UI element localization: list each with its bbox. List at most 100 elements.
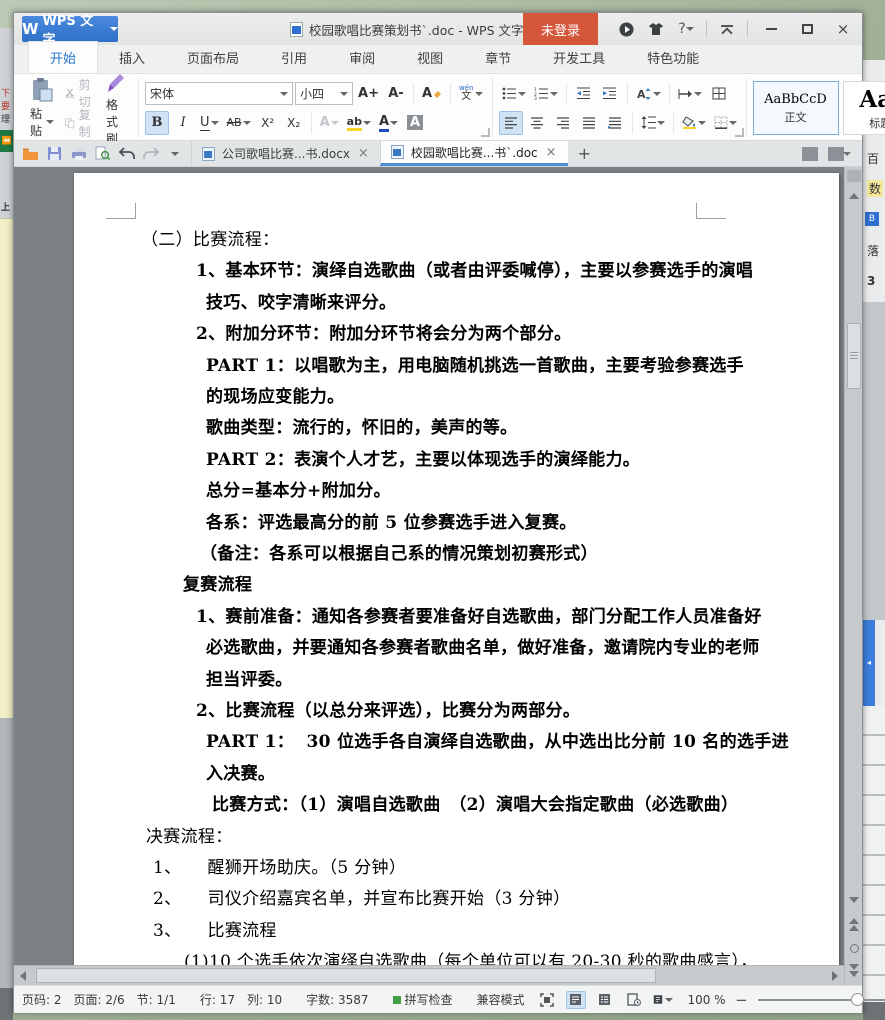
- bold-button[interactable]: B: [145, 110, 170, 135]
- markup-toggle-icon[interactable]: [847, 170, 861, 182]
- distribute-button[interactable]: [603, 111, 627, 135]
- format-painter-button[interactable]: 格式刷: [102, 70, 132, 147]
- menu-tab-9[interactable]: 特色功能: [626, 42, 720, 73]
- numbered-list-button[interactable]: 123: [531, 82, 561, 106]
- page-layout-view-icon[interactable]: [565, 990, 586, 1009]
- document-area[interactable]: （二）比赛流程： 1、基本环节：演绎自选歌曲（或者由评委喊停），主要以参赛选手的演…: [14, 167, 862, 965]
- quick-access-menu-icon[interactable]: [166, 145, 183, 162]
- open-file-icon[interactable]: [22, 145, 39, 162]
- horizontal-scroll-thumb[interactable]: [36, 968, 656, 983]
- justify-button[interactable]: [577, 111, 601, 135]
- close-tab-icon[interactable]: ×: [545, 145, 558, 160]
- tab-list-icon[interactable]: [802, 146, 818, 161]
- close-tab-icon[interactable]: ×: [357, 146, 370, 161]
- scroll-up-button[interactable]: [845, 187, 863, 205]
- undo-icon[interactable]: [118, 145, 135, 162]
- doc-tab-campus[interactable]: 校园歌唱比赛...书`.doc ×: [379, 141, 568, 166]
- font-color-button[interactable]: A: [376, 111, 401, 135]
- status-column[interactable]: 列: 10: [247, 991, 282, 1008]
- minimize-button[interactable]: [758, 19, 784, 39]
- text-direction-button[interactable]: A: [633, 82, 664, 106]
- next-page-button[interactable]: [845, 961, 863, 979]
- grow-font-button[interactable]: A+: [355, 82, 382, 106]
- zoom-slider-thumb[interactable]: [851, 992, 865, 1006]
- redo-icon[interactable]: [142, 145, 159, 162]
- print-preview-icon[interactable]: [94, 145, 111, 162]
- scroll-right-button[interactable]: [826, 966, 844, 986]
- cut-button[interactable]: 剪切: [62, 78, 98, 109]
- close-button[interactable]: ×: [830, 19, 856, 39]
- insert-table-button[interactable]: [707, 82, 731, 106]
- read-mode-view-icon[interactable]: [653, 991, 673, 1009]
- status-page-count[interactable]: 页面: 2/6: [74, 991, 125, 1008]
- zoom-out-button[interactable]: −: [735, 991, 749, 1009]
- underline-button[interactable]: U: [197, 111, 222, 135]
- paragraph-dialog-launcher[interactable]: [734, 128, 744, 137]
- previous-page-button[interactable]: [845, 915, 863, 933]
- zoom-slider[interactable]: [757, 992, 885, 1006]
- zoom-percentage[interactable]: 100 %: [682, 993, 725, 1007]
- font-family-select[interactable]: 宋体: [145, 82, 294, 105]
- menu-tab-1[interactable]: 开始: [28, 41, 99, 73]
- status-page-number[interactable]: 页码: 2: [22, 991, 62, 1008]
- italic-button[interactable]: I: [171, 111, 195, 135]
- new-tab-button[interactable]: +: [568, 141, 601, 166]
- outline-view-icon[interactable]: [595, 991, 615, 1009]
- text-effect-button[interactable]: A: [317, 111, 342, 135]
- copy-button[interactable]: 复制: [62, 108, 98, 139]
- print-icon[interactable]: [70, 145, 87, 162]
- vertical-scrollbar[interactable]: [844, 167, 862, 985]
- menu-tab-3[interactable]: 页面布局: [166, 42, 260, 73]
- scroll-down-button[interactable]: [845, 891, 863, 909]
- save-icon[interactable]: [46, 145, 63, 162]
- style-heading-1[interactable]: AaB 标题 1: [842, 81, 885, 135]
- strikethrough-button[interactable]: AB: [224, 111, 254, 135]
- wps-app-menu-button[interactable]: W WPS 文字: [22, 14, 118, 48]
- highlight-button[interactable]: ab: [344, 111, 374, 135]
- fullscreen-view-icon[interactable]: [537, 991, 557, 1009]
- line-spacing-button[interactable]: [638, 111, 668, 135]
- maximize-button[interactable]: [794, 19, 820, 39]
- menu-tab-6[interactable]: 视图: [396, 42, 464, 73]
- style-normal[interactable]: AaBbCcD 正文: [752, 81, 839, 135]
- shrink-font-button[interactable]: A-: [384, 82, 408, 106]
- feedback-icon[interactable]: [616, 19, 636, 39]
- align-right-button[interactable]: [551, 111, 575, 135]
- bullet-list-button[interactable]: [499, 82, 529, 106]
- tab-menu-icon[interactable]: [828, 146, 851, 161]
- spell-check-toggle[interactable]: 拼写检查: [392, 991, 453, 1008]
- font-dialog-launcher[interactable]: [480, 128, 490, 137]
- shading-button[interactable]: [679, 111, 709, 135]
- help-icon[interactable]: ?: [676, 19, 696, 39]
- menu-tab-2[interactable]: 插入: [98, 42, 166, 73]
- clear-format-button[interactable]: A: [419, 82, 445, 106]
- status-compatibility-mode[interactable]: 兼容模式: [477, 991, 525, 1008]
- char-shading-button[interactable]: A: [403, 111, 427, 135]
- collapse-ribbon-icon[interactable]: [717, 19, 737, 39]
- superscript-button[interactable]: X²: [256, 111, 280, 135]
- vertical-scroll-thumb[interactable]: [847, 323, 861, 389]
- web-layout-view-icon[interactable]: [624, 991, 644, 1009]
- skin-theme-icon[interactable]: [646, 19, 666, 39]
- increase-indent-button[interactable]: [598, 82, 622, 106]
- status-line[interactable]: 行: 17: [200, 991, 235, 1008]
- status-word-count[interactable]: 字数: 3587: [306, 991, 368, 1008]
- paste-button[interactable]: 粘贴: [26, 77, 58, 139]
- menu-tab-4[interactable]: 引用: [260, 42, 328, 73]
- font-size-select[interactable]: 小四: [295, 82, 354, 105]
- align-center-button[interactable]: [525, 111, 549, 135]
- menu-tab-7[interactable]: 章节: [464, 42, 532, 73]
- decrease-indent-button[interactable]: [572, 82, 596, 106]
- scroll-left-button[interactable]: [14, 966, 32, 986]
- align-left-button[interactable]: [498, 110, 523, 135]
- horizontal-scrollbar[interactable]: [14, 965, 844, 985]
- document-page[interactable]: （二）比赛流程： 1、基本环节：演绎自选歌曲（或者由评委喊停），主要以参赛选手的演…: [74, 173, 839, 965]
- select-browse-object-button[interactable]: [845, 939, 863, 957]
- menu-tab-5[interactable]: 审阅: [328, 42, 396, 73]
- tab-stop-button[interactable]: [675, 82, 705, 106]
- doc-tab-company[interactable]: 公司歌唱比赛...书.docx ×: [191, 141, 380, 166]
- status-section[interactable]: 节: 1/1: [137, 991, 176, 1008]
- pinyin-guide-button[interactable]: wén 文: [456, 82, 485, 106]
- subscript-button[interactable]: X₂: [282, 111, 306, 135]
- menu-tab-8[interactable]: 开发工具: [532, 42, 626, 73]
